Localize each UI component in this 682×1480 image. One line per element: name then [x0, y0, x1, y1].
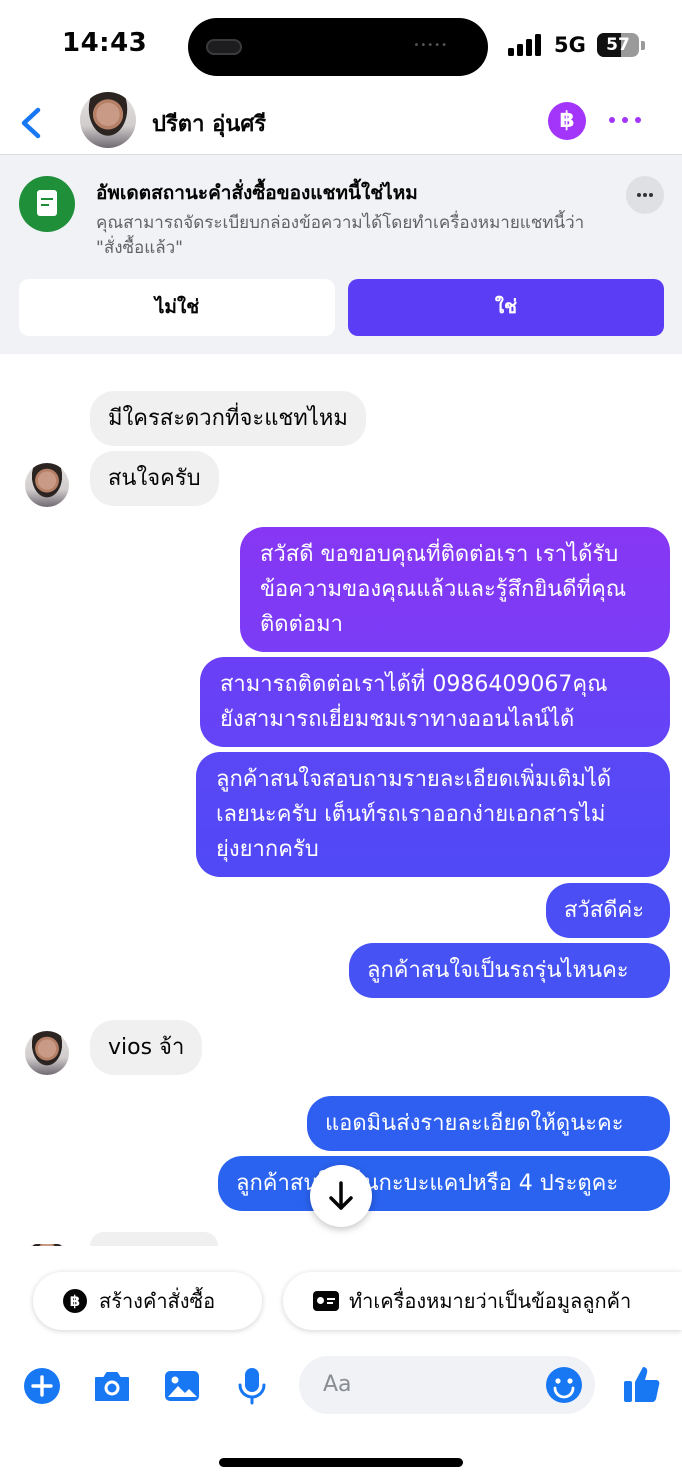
message-bubble-incoming[interactable]: สนใจครับ [90, 451, 219, 506]
message-bubble-outgoing[interactable]: สวัสดีค่ะ [546, 883, 670, 938]
battery-icon: 57 [597, 33, 639, 57]
message-line: ติดต่อมา [260, 612, 343, 637]
message-text: สนใจครับ [108, 466, 201, 491]
message-text: สวัสดีค่ะ [564, 898, 645, 923]
more-options-icon[interactable] [606, 104, 644, 136]
battery-cap [641, 41, 645, 50]
sender-avatar[interactable] [25, 1031, 69, 1075]
message-line: ยังสามารถเยี่ยมชมเราทางออนไลน์ได้ [220, 707, 575, 732]
dynamic-island: ••••• [188, 18, 488, 76]
contact-name[interactable]: ปรีตา อุ่นศรี [152, 106, 266, 141]
thumbs-up-icon[interactable] [622, 1364, 662, 1404]
message-bubble-incoming[interactable]: vios จ้า [90, 1020, 203, 1075]
camera-icon[interactable] [92, 1366, 132, 1406]
mark-customer-info-label: ทำเครื่องหมายว่าเป็นข้อมูลลูกค้า [349, 1289, 632, 1313]
message-line: ลูกค้าสนใจสอบถามรายละเอียดเพิ่มเติมได้ [216, 767, 612, 792]
no-button[interactable]: ไม่ใช่ [19, 279, 335, 336]
message-bubble-outgoing[interactable]: สามารถติดต่อเราได้ที่ 0986409067คุณ ยังส… [200, 657, 670, 747]
emoji-icon[interactable] [545, 1366, 583, 1404]
status-time: 14:43 [62, 28, 148, 58]
message-input-placeholder: Aa [323, 1372, 352, 1397]
mark-customer-info-button[interactable]: ทำเครื่องหมายว่าเป็นข้อมูลลูกค้า [283, 1272, 682, 1330]
network-type: 5G [554, 33, 586, 57]
banner-title: อัพเดตสถานะคำสั่งซื้อของแชทนี้ใช่ไหม [96, 182, 418, 204]
camera-indicator-icon [206, 39, 242, 55]
microphone-icon[interactable] [232, 1366, 272, 1406]
banner-description: คุณสามารถจัดระเบียบกล่องข้อความได้โดยทำเ… [96, 213, 585, 258]
sender-avatar[interactable] [25, 463, 69, 507]
back-button[interactable] [14, 100, 54, 144]
baht-icon: ฿ [63, 1289, 87, 1313]
message-text: แอดมินส่งรายละเอียดให้ดูนะคะ [325, 1111, 624, 1136]
message-bubble-outgoing[interactable]: ลูกค้าสนใจเป็นกะบะแคปหรือ 4 ประตูคะ [218, 1156, 670, 1211]
document-icon [19, 176, 75, 232]
message-text: ลูกค้าสนใจเป็นรถรุ่นไหนคะ [367, 958, 629, 983]
message-text: ลูกค้าสนใจเป็นกะบะแคปหรือ 4 ประตูคะ [236, 1171, 619, 1196]
message-bubble-outgoing[interactable]: แอดมินส่งรายละเอียดให้ดูนะคะ [307, 1096, 670, 1151]
message-line: สามารถติดต่อเราได้ที่ 0986409067คุณ [220, 672, 608, 697]
order-status-banner: อัพเดตสถานะคำสั่งซื้อของแชทนี้ใช่ไหม คุณ… [0, 154, 682, 354]
message-bubble-outgoing[interactable]: ลูกค้าสนใจเป็นรถรุ่นไหนคะ [349, 943, 670, 998]
message-input[interactable]: Aa [299, 1356, 595, 1414]
status-bar: 14:43 ••••• 5G 57 [0, 0, 682, 92]
banner-menu-icon[interactable] [626, 176, 664, 214]
message-bubble-partial [90, 1232, 218, 1246]
message-bubble-outgoing[interactable]: สวัสดี ขอขอบคุณที่ติดต่อเรา เราได้รับ ข้… [240, 527, 670, 652]
quick-actions-bar: ฿ สร้างคำสั่งซื้อ ทำเครื่องหมายว่าเป็นข้… [0, 1246, 682, 1356]
arrow-down-icon [329, 1181, 353, 1210]
home-indicator [219, 1458, 463, 1467]
message-text: vios จ้า [108, 1035, 185, 1060]
battery-percent: 57 [606, 35, 630, 55]
message-line: เลยนะครับ เต็นท์รถเราออกง่ายเอกสารไม่ [216, 802, 606, 827]
message-line: ข้อความของคุณแล้วและรู้สึกยินดีที่คุณ [260, 577, 627, 602]
signal-icon [508, 34, 544, 56]
island-dots: ••••• [413, 40, 448, 51]
message-bubble-outgoing[interactable]: ลูกค้าสนใจสอบถามรายละเอียดเพิ่มเติมได้ เ… [196, 752, 670, 877]
message-line: ยุ่งยากครับ [216, 837, 319, 862]
create-order-button[interactable]: ฿ สร้างคำสั่งซื้อ [33, 1272, 262, 1330]
scroll-to-bottom-button[interactable] [310, 1165, 372, 1227]
gallery-icon[interactable] [162, 1366, 202, 1406]
chat-header: ปรีตา อุ่นศรี ฿ [0, 92, 682, 154]
message-bubble-incoming[interactable]: มีใครสะดวกที่จะแชทไหม [90, 391, 366, 446]
message-text: มีใครสะดวกที่จะแชทไหม [108, 406, 348, 431]
message-composer: Aa [0, 1356, 682, 1436]
create-order-label: สร้างคำสั่งซื้อ [99, 1289, 216, 1313]
yes-button[interactable]: ใช่ [348, 279, 664, 336]
contact-avatar[interactable] [80, 92, 136, 148]
baht-icon[interactable]: ฿ [548, 102, 586, 140]
plus-circle-icon[interactable] [22, 1366, 62, 1406]
id-card-icon [313, 1291, 339, 1311]
message-line: สวัสดี ขอขอบคุณที่ติดต่อเรา เราได้รับ [260, 542, 619, 567]
chevron-left-icon [21, 107, 41, 139]
